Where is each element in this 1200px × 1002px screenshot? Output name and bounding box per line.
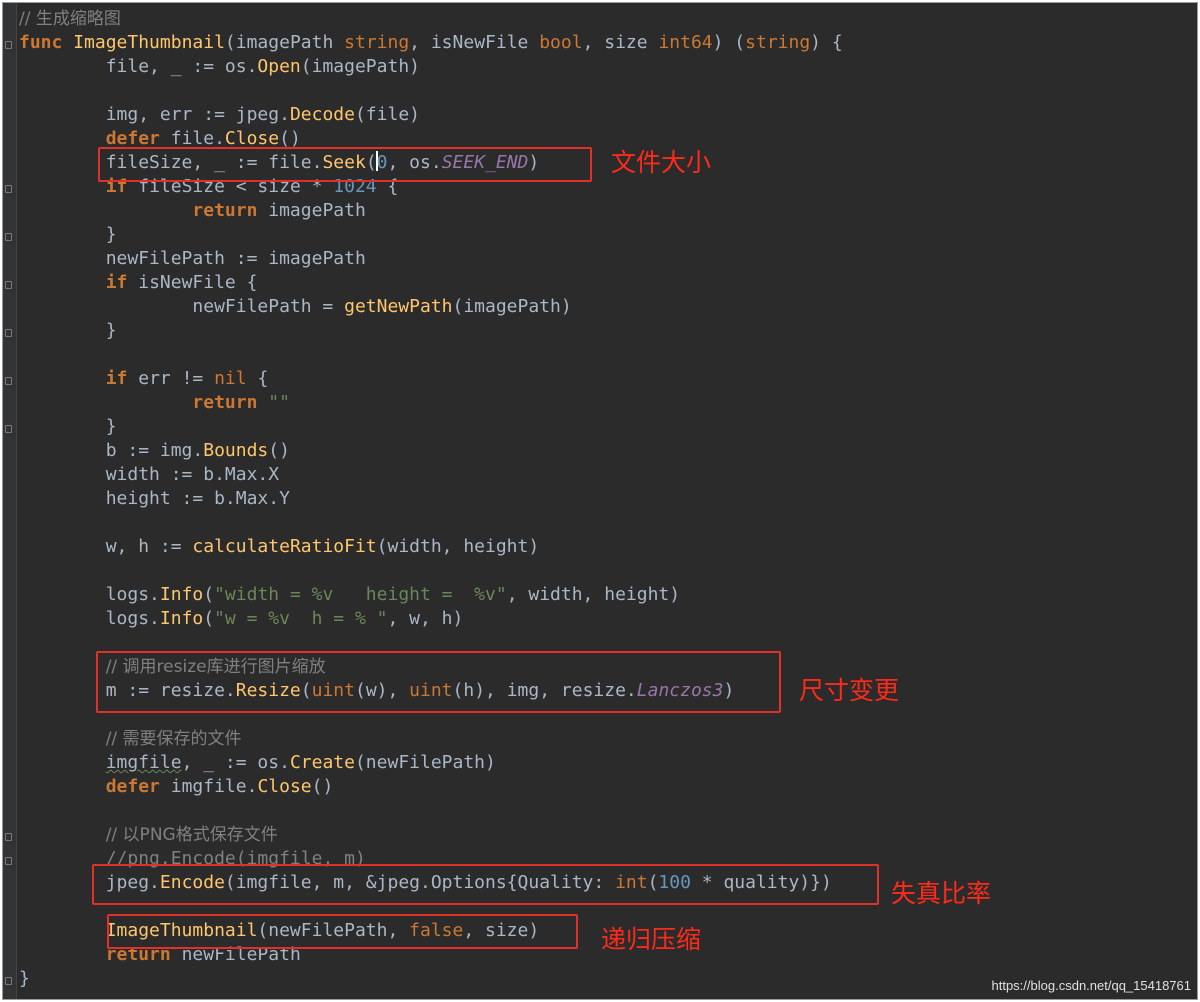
code-line: logs.Info("w = %v h = % ", w, h) [105,608,464,629]
fold-marker-icon[interactable] [5,377,12,385]
code-line: width := b.Max.X [105,464,280,485]
code-line: file, _ := os.Open(imagePath) [105,56,420,77]
code-area[interactable]: // 生成缩略图 func ImageThumbnail(imagePath s… [19,7,1197,991]
code-line: b := img.Bounds() [105,440,290,461]
code-line: } [105,416,117,437]
code-line: logs.Info("width = %v height = %v", widt… [105,584,681,605]
code-editor[interactable]: // 生成缩略图 func ImageThumbnail(imagePath s… [2,2,1198,1000]
code-line: if fileSize < size * 1024 { [105,176,399,197]
code-line: //png.Encode(imgfile, m) [105,848,366,869]
fold-marker-icon[interactable] [5,41,12,49]
annotation-distortion: 失真比率 [891,879,992,908]
code-line: // 以PNG格式保存文件 [105,825,278,845]
code-line: height := b.Max.Y [105,488,290,509]
code-line: newFilePath = getNewPath(imagePath) [192,296,572,317]
code-line: return "" [192,392,290,413]
fold-marker-icon[interactable] [5,425,12,433]
code-line: } [105,320,117,341]
annotation-file-size: 文件大小 [611,148,712,177]
editor-gutter [3,3,17,999]
fold-marker-icon[interactable] [5,833,12,841]
fold-marker-icon[interactable] [5,233,12,241]
code-line: } [105,224,117,245]
code-line: defer file.Close() [105,128,301,149]
fold-marker-icon[interactable] [5,329,12,337]
code-line: if err != nil { [105,368,269,389]
code-line: // 生成缩略图 [19,9,121,29]
code-line: jpeg.Encode(imgfile, m, &jpeg.Options{Qu… [105,872,832,893]
code-line: img, err := jpeg.Decode(file) [105,104,420,125]
annotation-resize: 尺寸变更 [799,676,900,705]
fold-marker-icon[interactable] [5,977,12,985]
code-line: imgfile, _ := os.Create(newFilePath) [105,752,496,773]
code-line: func ImageThumbnail(imagePath string, is… [19,32,843,53]
code-line: // 调用resize库进行图片缩放 [105,657,326,677]
code-line: m := resize.Resize(uint(w), uint(h), img… [105,680,735,701]
code-line: // 需要保存的文件 [105,729,242,749]
code-line: w, h := calculateRatioFit(width, height) [105,536,540,557]
annotation-recursive: 递归压缩 [601,925,702,954]
code-line: defer imgfile.Close() [105,776,334,797]
fold-marker-icon[interactable] [5,185,12,193]
fold-marker-icon[interactable] [5,857,12,865]
fold-marker-icon[interactable] [5,281,12,289]
code-line: fileSize, _ := file.Seek(0, os.SEEK_END) [105,151,540,173]
code-line: newFilePath := imagePath [105,248,366,269]
code-line: if isNewFile { [105,272,258,293]
code-line: return imagePath [192,200,366,221]
watermark: https://blog.csdn.net/qq_15418761 [991,978,1192,993]
